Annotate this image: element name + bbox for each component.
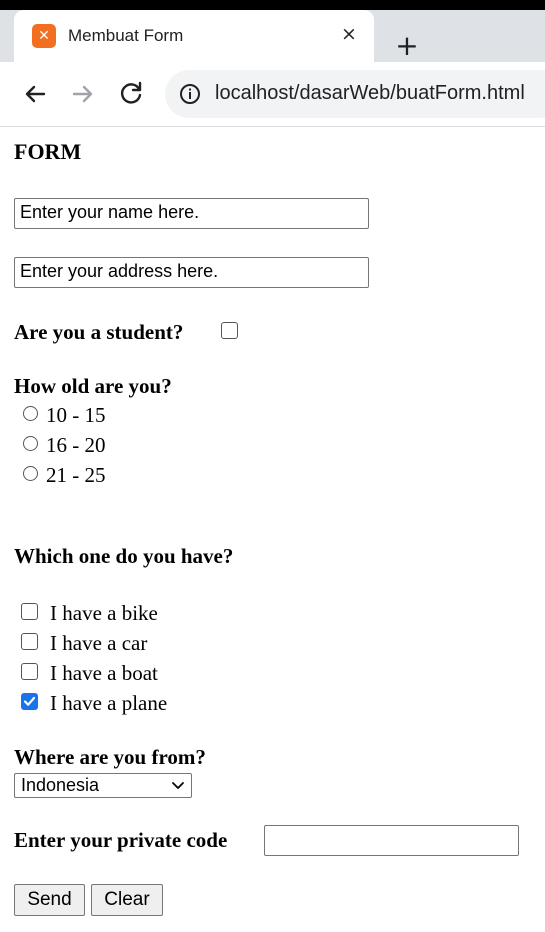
form-heading: FORM [14, 139, 82, 164]
age-option-label-1: 10 - 15 [46, 403, 106, 427]
have-question: Which one do you have? [14, 544, 234, 568]
age-option-label-2: 16 - 20 [46, 433, 106, 457]
name-input[interactable]: Enter your name here. [14, 198, 369, 229]
plane-checkbox[interactable] [21, 693, 38, 710]
car-label: I have a car [50, 631, 148, 655]
country-select[interactable]: Indonesia [14, 773, 192, 798]
boat-checkbox[interactable] [21, 663, 38, 680]
age-radio-3[interactable] [23, 466, 38, 481]
address-bar[interactable]: localhost/dasarWeb/buatForm.html [165, 70, 545, 118]
car-checkbox[interactable] [21, 633, 38, 650]
site-info-icon[interactable] [179, 83, 201, 105]
plane-label: I have a plane [50, 691, 168, 715]
url-text: localhost/dasarWeb/buatForm.html [215, 82, 525, 104]
country-selected-value: Indonesia [21, 775, 100, 795]
browser-tab[interactable]: ✕ Membuat Form × [14, 10, 374, 62]
age-option-label-3: 21 - 25 [46, 463, 106, 487]
age-radio-2[interactable] [23, 436, 38, 451]
boat-label: I have a boat [50, 661, 158, 685]
forward-icon[interactable] [67, 78, 99, 110]
bike-checkbox[interactable] [21, 603, 38, 620]
address-input[interactable]: Enter your address here. [14, 257, 369, 288]
age-question: How old are you? [14, 374, 172, 398]
code-label: Enter your private code [14, 828, 228, 852]
window-top-edge [0, 0, 545, 10]
tab-close-icon[interactable]: × [336, 21, 362, 47]
student-question: Are you a student? [14, 320, 184, 344]
new-tab-icon[interactable]: + [392, 32, 422, 62]
send-button[interactable]: Send [14, 884, 85, 916]
reload-icon[interactable] [115, 78, 147, 110]
tab-strip: ✕ Membuat Form × + [0, 10, 545, 62]
chevron-down-icon [171, 774, 185, 803]
clear-button[interactable]: Clear [91, 884, 163, 916]
student-checkbox[interactable] [221, 322, 238, 339]
checkmark-icon [23, 696, 36, 706]
back-icon[interactable] [19, 78, 51, 110]
bike-label: I have a bike [50, 601, 158, 625]
from-question: Where are you from? [14, 745, 206, 769]
browser-toolbar: localhost/dasarWeb/buatForm.html [0, 62, 545, 127]
age-radio-1[interactable] [23, 406, 38, 421]
xampp-favicon-icon: ✕ [32, 24, 56, 48]
private-code-input[interactable] [264, 825, 519, 856]
tab-title: Membuat Form [68, 26, 184, 45]
